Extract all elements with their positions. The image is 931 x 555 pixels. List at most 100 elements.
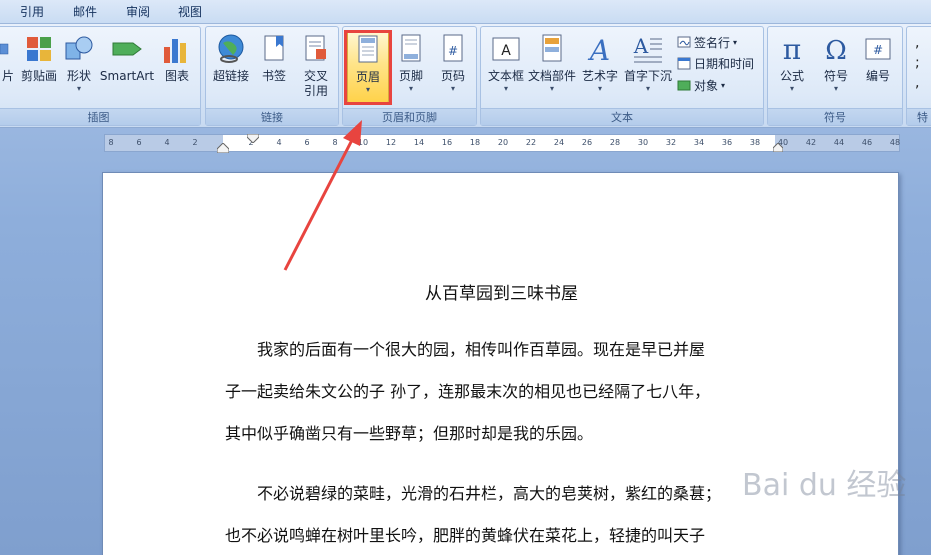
group-links: 超链接 书签 交叉 引用 链接: [205, 26, 339, 126]
textbox-dropdown-icon: ▾: [503, 84, 508, 93]
quick-parts-dropdown-icon: ▾: [549, 84, 554, 93]
shapes-icon: [65, 36, 93, 60]
clipart-icon: [27, 37, 51, 61]
equation-label: 公式: [779, 69, 804, 83]
horizontal-ruler[interactable]: 8 6 4 2 2 4 6 8 10 12 14 16 18 20 22 24 26 28 30 32 34 36 38 40…: [104, 134, 901, 153]
bookmark-icon: [264, 35, 284, 61]
picture-icon: [0, 43, 9, 55]
page-number-button[interactable]: # 页码 ▾: [433, 31, 473, 103]
group-text: A 文本框 ▾ 文档部件 ▾ A 艺术字 ▾ A 首字下沉 ▾ 签名行 ▾ 日期…: [480, 26, 764, 126]
group-header-footer-label: 页眉和页脚: [343, 108, 476, 125]
watermark-text: Bai du 经验: [742, 468, 907, 503]
symbol-dropdown-icon: ▾: [833, 84, 838, 93]
tab-mailings[interactable]: 邮件: [67, 4, 103, 20]
annotation-highlight-box: [344, 30, 392, 105]
ruler-tick-label: 42: [805, 138, 817, 147]
svg-text:#: #: [873, 43, 883, 57]
shapes-button[interactable]: 形状 ▾: [61, 31, 97, 103]
special-symbols-icon[interactable]: ,;,: [915, 33, 920, 93]
drop-cap-dropdown-icon: ▾: [645, 84, 650, 93]
pi-icon: π: [783, 33, 801, 65]
svg-text:A: A: [587, 34, 610, 65]
chart-button[interactable]: 图表: [159, 31, 195, 103]
wordart-button[interactable]: A 艺术字 ▾: [579, 31, 621, 103]
ribbon: 片 剪贴画 形状 ▾ SmartArt 图表 插图 超链接 书签 交叉 引用 链…: [0, 24, 931, 128]
clipart-button[interactable]: 剪贴画: [19, 31, 59, 103]
globe-icon: [218, 34, 244, 63]
indent-marker-icon[interactable]: [217, 143, 229, 153]
quick-parts-button[interactable]: 文档部件 ▾: [527, 31, 577, 103]
ruler-tick-label: 2: [192, 138, 198, 147]
ruler-tick-label: 44: [833, 138, 845, 147]
svg-text:Ω: Ω: [825, 36, 847, 65]
wordart-dropdown-icon: ▾: [597, 84, 602, 93]
ruler-tick-label: 22: [525, 138, 537, 147]
paragraph-2-line: 也不必说鸣蝉在树叶里长吟，肥胖的黄蜂伏在菜花上，轻捷的叫天子: [225, 526, 706, 545]
object-button[interactable]: 对象 ▾: [677, 76, 725, 94]
tab-review[interactable]: 审阅: [120, 4, 156, 20]
number-icon: #: [865, 38, 891, 60]
cross-reference-button[interactable]: 交叉 引用: [296, 31, 336, 103]
group-symbols: π 公式 ▾ Ω 符号 ▾ # 编号 符号: [767, 26, 903, 126]
ruler-tick-label: 48: [889, 138, 901, 147]
number-button[interactable]: # 编号: [858, 31, 898, 103]
ruler-tick-label: 16: [441, 138, 453, 147]
ruler-tick-label: 26: [581, 138, 593, 147]
smartart-button[interactable]: SmartArt: [99, 31, 155, 103]
textbox-icon: A: [492, 37, 520, 61]
first-line-indent-icon[interactable]: [247, 134, 259, 143]
group-symbols-label: 符号: [768, 108, 902, 125]
picture-button[interactable]: 片: [0, 31, 17, 103]
tab-view[interactable]: 视图: [172, 4, 208, 20]
number-label: 编号: [865, 69, 890, 83]
chart-label: 图表: [164, 69, 189, 83]
ruler-tick-label: 20: [497, 138, 509, 147]
ruler-tick-label: 30: [637, 138, 649, 147]
symbol-button[interactable]: Ω 符号 ▾: [816, 31, 856, 103]
ruler-tick-label: 46: [861, 138, 873, 147]
equation-button[interactable]: π 公式 ▾: [772, 31, 812, 103]
signature-line-button[interactable]: 签名行 ▾: [677, 33, 737, 51]
paragraph-2: 不必说碧绿的菜畦，光滑的石井栏，高大的皂荚树，紫红的桑葚； 也不必说鸣蝉在树叶里…: [225, 473, 785, 555]
calendar-icon: [677, 57, 691, 70]
group-special: ,;, 特: [906, 26, 931, 126]
cross-reference-icon: [305, 35, 326, 61]
group-illustrations-label: 插图: [0, 108, 200, 125]
shapes-dropdown-icon: ▾: [76, 84, 81, 93]
tab-references[interactable]: 引用: [14, 4, 50, 20]
object-icon: [677, 80, 691, 91]
ruler-tick-label: 18: [469, 138, 481, 147]
document-title: 从百草园到三味书屋: [425, 284, 578, 304]
footer-button[interactable]: 页脚 ▾: [393, 31, 429, 103]
date-time-label: 日期和时间: [694, 56, 755, 71]
footer-icon: [401, 34, 421, 62]
textbox-button[interactable]: A 文本框 ▾: [485, 31, 527, 103]
bookmark-label: 书签: [261, 69, 286, 83]
quick-parts-label: 文档部件: [527, 69, 576, 83]
ruler-tick-label: 36: [721, 138, 733, 147]
right-indent-icon[interactable]: [773, 143, 783, 152]
equation-dropdown-icon: ▾: [789, 84, 794, 93]
signature-line-label: 签名行: [694, 35, 731, 50]
svg-text:#: #: [448, 44, 458, 58]
svg-text:A: A: [633, 34, 649, 58]
chart-icon: [164, 39, 186, 63]
footer-label: 页脚: [398, 69, 423, 83]
baidu-watermark: Bai du 经验: [742, 460, 922, 530]
paragraph-1-line: 其中似乎确凿只有一些野草；但那时却是我的乐园。: [225, 424, 594, 443]
svg-text:π: π: [783, 33, 801, 65]
ruler-tick-label: 8: [332, 138, 338, 147]
bookmark-button[interactable]: 书签: [256, 31, 292, 103]
picture-label: 片: [1, 69, 14, 83]
date-time-button[interactable]: 日期和时间: [677, 54, 754, 72]
footer-dropdown-icon: ▾: [408, 84, 413, 93]
drop-cap-button[interactable]: A 首字下沉 ▾: [623, 31, 673, 103]
hyperlink-label: 超链接: [212, 69, 249, 83]
page-number-dropdown-icon: ▾: [450, 84, 455, 93]
hyperlink-button[interactable]: 超链接: [210, 31, 252, 103]
ruler-tick-label: 4: [164, 138, 170, 147]
ruler-tick-label: 32: [665, 138, 677, 147]
ruler-tick-label: 8: [108, 138, 114, 147]
quick-parts-icon: [542, 34, 562, 62]
page-number-icon: #: [443, 34, 463, 62]
